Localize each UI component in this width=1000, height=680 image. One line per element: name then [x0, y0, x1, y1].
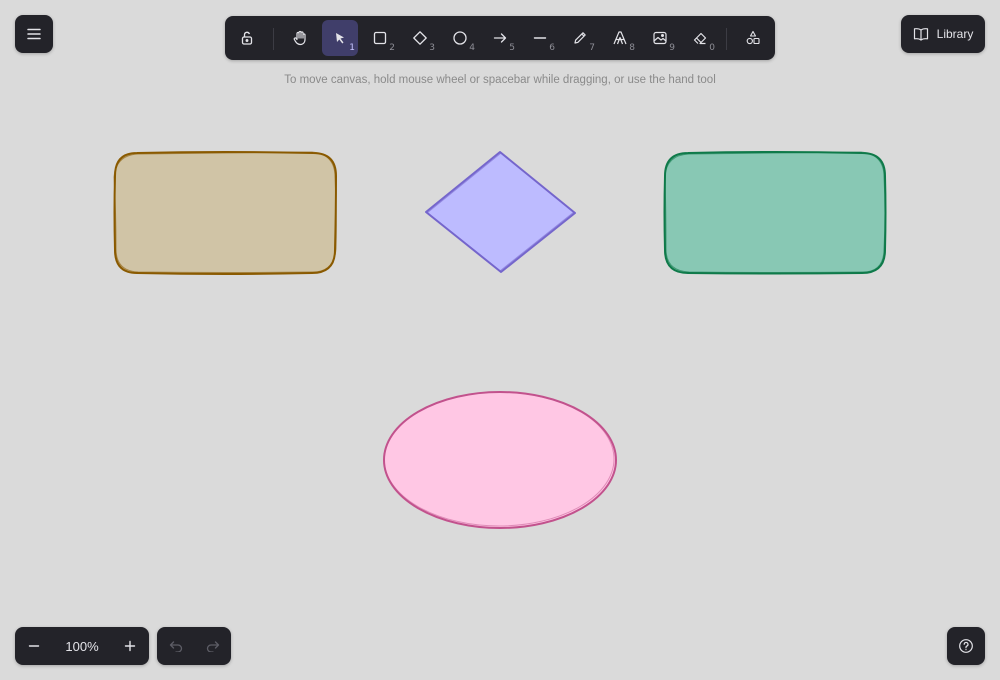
hamburger-icon [27, 28, 41, 40]
tool-toolbar: 1 2 3 4 5 6 7 8 9 0 [225, 16, 775, 60]
undo-button[interactable] [157, 627, 194, 665]
tool-more-tools[interactable] [735, 20, 771, 56]
text-icon [612, 30, 628, 46]
tool-image[interactable]: 9 [642, 20, 678, 56]
library-button[interactable]: Library [901, 15, 985, 53]
lock-icon [239, 30, 255, 46]
rectangle-shape-tan[interactable] [113, 151, 337, 275]
tool-hand[interactable] [282, 20, 318, 56]
canvas-hint: To move canvas, hold mouse wheel or spac… [284, 74, 716, 86]
tool-shortcut: 6 [549, 43, 555, 53]
hand-icon [292, 30, 308, 46]
help-button[interactable] [947, 627, 985, 665]
tool-shortcut: 9 [669, 43, 675, 53]
image-icon [652, 30, 668, 46]
tool-selection[interactable]: 1 [322, 20, 358, 56]
tool-rectangle[interactable]: 2 [362, 20, 398, 56]
main-menu-button[interactable] [15, 15, 53, 53]
pencil-icon [572, 30, 588, 46]
toolbar-divider [273, 28, 274, 50]
tool-shortcut: 8 [629, 43, 635, 53]
arrow-right-icon [492, 30, 508, 46]
diamond-icon [412, 30, 428, 46]
circle-icon [452, 30, 468, 46]
tool-shortcut: 5 [509, 43, 515, 53]
tool-line[interactable]: 6 [522, 20, 558, 56]
eraser-icon [692, 30, 708, 46]
drawing-canvas[interactable] [0, 0, 1000, 680]
tool-draw[interactable]: 7 [562, 20, 598, 56]
zoom-in-button[interactable] [111, 627, 149, 665]
zoom-level[interactable]: 100% [53, 639, 111, 654]
library-label: Library [936, 27, 974, 41]
redo-icon [206, 640, 220, 652]
rectangle-shape-green[interactable] [663, 151, 887, 275]
tool-text[interactable]: 8 [602, 20, 638, 56]
tool-shortcut: 7 [589, 43, 595, 53]
tool-ellipse[interactable]: 4 [442, 20, 478, 56]
zoom-controls: 100% [15, 627, 149, 665]
plus-icon [124, 640, 136, 652]
undo-redo-controls [157, 627, 231, 665]
minus-icon [28, 640, 40, 652]
tool-shortcut: 0 [709, 43, 715, 53]
tool-eraser[interactable]: 0 [682, 20, 718, 56]
tool-shortcut: 2 [389, 43, 395, 53]
book-icon [913, 27, 929, 41]
tool-lock[interactable] [229, 20, 265, 56]
undo-icon [169, 640, 183, 652]
shapes-icon [745, 30, 761, 46]
tool-shortcut: 4 [469, 43, 475, 53]
help-icon [958, 638, 974, 654]
ellipse-shape-pink[interactable] [383, 391, 617, 529]
toolbar-divider [726, 28, 727, 50]
redo-button[interactable] [194, 627, 231, 665]
tool-shortcut: 3 [429, 43, 435, 53]
zoom-out-button[interactable] [15, 627, 53, 665]
tool-diamond[interactable]: 3 [402, 20, 438, 56]
diamond-shape-lavender[interactable] [425, 151, 576, 273]
tool-shortcut: 1 [349, 43, 355, 53]
line-icon [532, 30, 548, 46]
square-icon [372, 30, 388, 46]
tool-arrow[interactable]: 5 [482, 20, 518, 56]
pointer-icon [332, 30, 348, 46]
